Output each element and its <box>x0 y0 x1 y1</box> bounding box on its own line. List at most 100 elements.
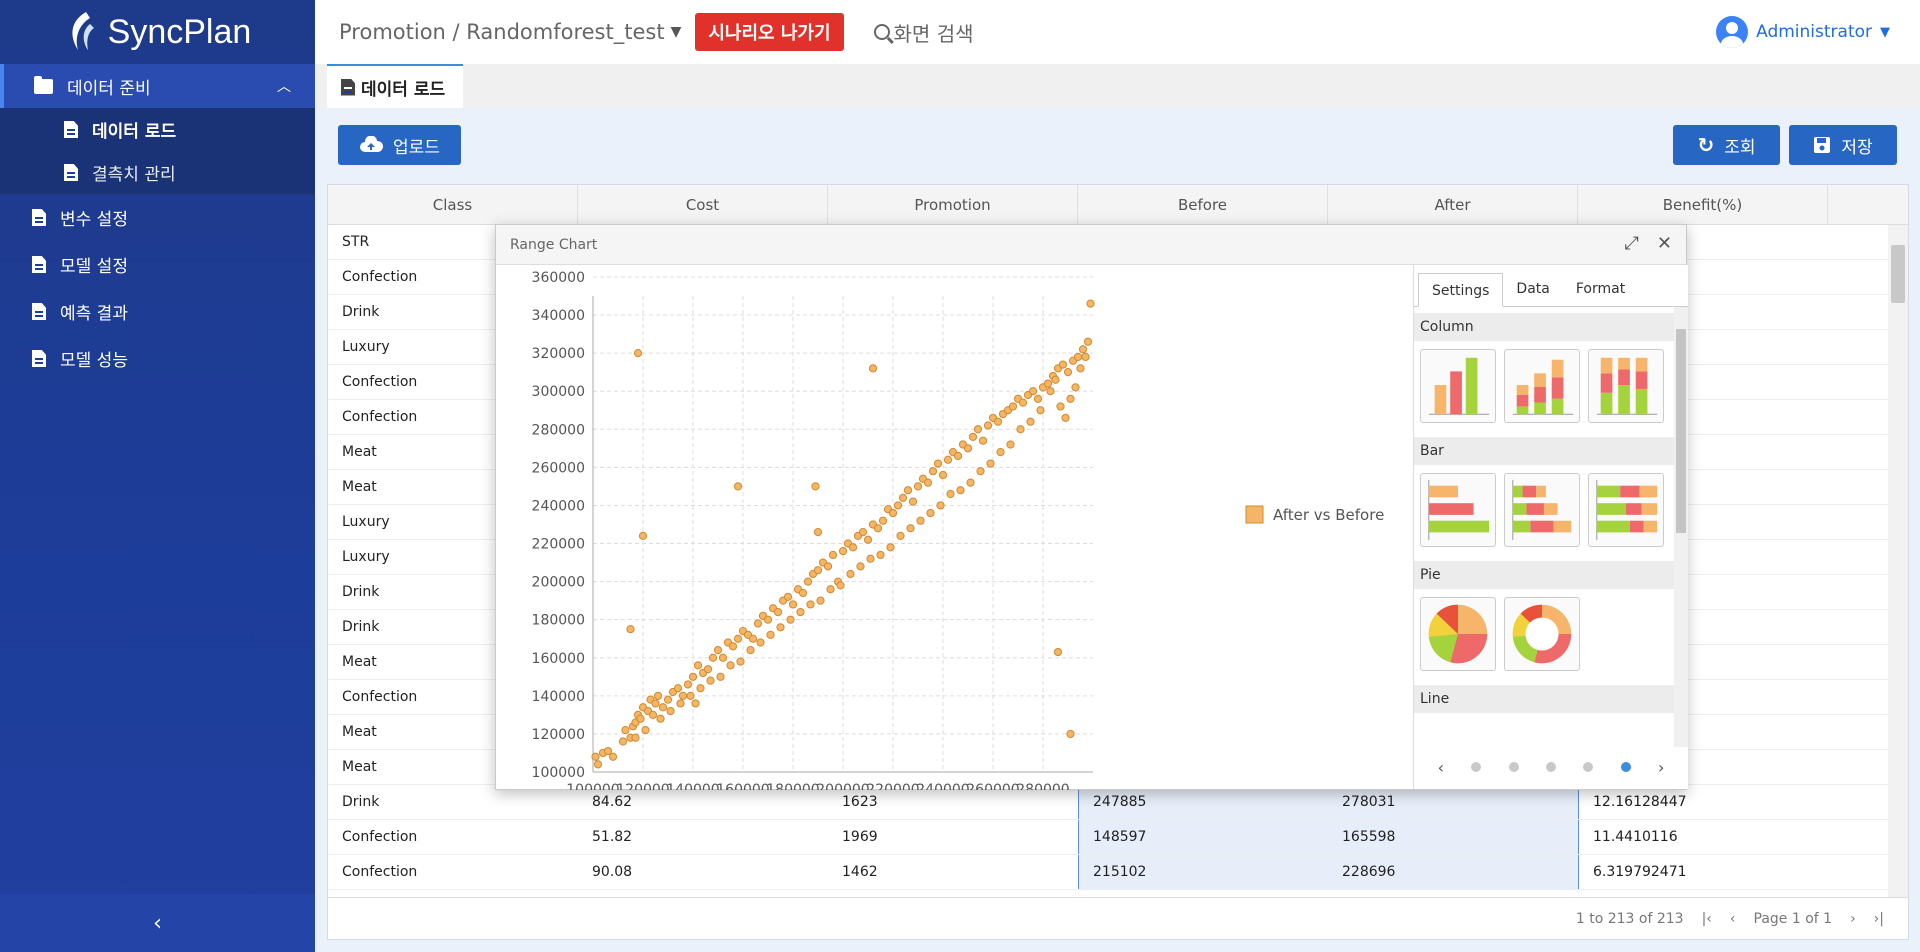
scatter-point[interactable] <box>908 497 918 506</box>
scatter-point[interactable] <box>776 623 785 632</box>
scrollbar-thumb[interactable] <box>1891 245 1905 303</box>
scatter-point[interactable] <box>1063 368 1073 377</box>
scatter-point[interactable] <box>663 695 673 704</box>
scatter-point[interactable] <box>1033 394 1043 403</box>
scatter-point[interactable] <box>693 661 703 670</box>
scatter-point[interactable] <box>691 699 700 708</box>
scatter-point[interactable] <box>716 672 725 681</box>
first-page-icon[interactable]: |‹ <box>1702 911 1712 927</box>
scatter-point[interactable] <box>823 562 833 571</box>
scatter-point[interactable] <box>876 550 885 560</box>
scatter-point[interactable] <box>798 588 808 598</box>
scatter-point[interactable] <box>686 691 695 700</box>
save-button[interactable]: 저장 <box>1789 125 1897 165</box>
scatter-point[interactable] <box>963 444 973 453</box>
scatter-point[interactable] <box>688 672 698 681</box>
scatter-point[interactable] <box>1076 364 1085 373</box>
scatter-point[interactable] <box>726 661 735 670</box>
scatter-point[interactable] <box>1066 394 1075 403</box>
table-cell[interactable]: 278031 <box>1328 785 1578 819</box>
breadcrumb[interactable]: Promotion / Randomforest_test ▼ <box>339 20 681 44</box>
scatter-point[interactable] <box>766 630 775 640</box>
scatter-point[interactable] <box>626 625 635 634</box>
scatter-point[interactable] <box>913 482 923 491</box>
scatter-point[interactable] <box>1053 647 1063 657</box>
column-header[interactable]: Before <box>1078 185 1328 224</box>
scatter-point[interactable] <box>953 451 963 461</box>
scatter-point[interactable] <box>906 524 915 533</box>
pie-chart-icon[interactable] <box>1420 597 1496 671</box>
scatter-point[interactable] <box>733 634 743 643</box>
percent-column-chart-icon[interactable] <box>1588 349 1664 423</box>
scatter-point[interactable] <box>803 577 813 586</box>
scatter-point[interactable] <box>621 726 630 735</box>
scatter-point[interactable] <box>816 596 825 605</box>
sidebar-item-predictions[interactable]: 예측 결과 <box>0 288 315 335</box>
sidebar-collapse-button[interactable]: ‹ <box>0 894 315 952</box>
scatter-point[interactable] <box>651 699 660 708</box>
scatter-point[interactable] <box>593 760 603 769</box>
scatter-point[interactable] <box>713 646 723 655</box>
scatter-point[interactable] <box>1066 729 1075 739</box>
exit-scenario-button[interactable]: 시나리오 나가기 <box>695 13 844 51</box>
scatter-point[interactable] <box>928 467 938 476</box>
scatter-point[interactable] <box>1083 337 1093 346</box>
scatter-point[interactable] <box>848 543 858 552</box>
scatter-point[interactable] <box>968 432 978 441</box>
chevron-left-icon[interactable]: ‹ <box>1438 758 1444 777</box>
table-cell[interactable]: 84.62 <box>578 785 828 819</box>
scatter-point[interactable] <box>1086 299 1095 308</box>
scatter-point[interactable] <box>983 421 993 430</box>
table-row[interactable]: Confection 90.08 1462 215102 228696 6.3197924… <box>328 855 1908 890</box>
query-button[interactable]: ↻ 조회 <box>1673 125 1780 165</box>
scatter-point[interactable] <box>828 550 838 560</box>
scatter-point[interactable] <box>788 600 798 609</box>
scatter-point[interactable] <box>641 726 650 735</box>
scatter-point[interactable] <box>856 562 865 571</box>
bar-chart-icon[interactable] <box>1420 473 1496 547</box>
table-cell[interactable]: 247885 <box>1078 785 1328 819</box>
upload-button[interactable]: 업로드 <box>338 125 461 165</box>
next-page-icon[interactable]: › <box>1850 911 1856 927</box>
scatter-point[interactable] <box>888 508 898 518</box>
scatter-point[interactable] <box>783 592 793 601</box>
scatter-point[interactable] <box>728 642 738 651</box>
scatter-point[interactable] <box>736 657 745 666</box>
scatter-point[interactable] <box>936 501 945 510</box>
table-cell[interactable]: 51.82 <box>578 820 828 854</box>
scatter-point[interactable] <box>838 547 848 556</box>
scatter-point[interactable] <box>826 585 835 594</box>
scatter-point[interactable] <box>1043 379 1053 388</box>
last-page-icon[interactable]: ›| <box>1874 911 1884 927</box>
table-cell[interactable]: 12.16128447 <box>1578 785 1828 819</box>
panel-scrollbar[interactable] <box>1674 307 1688 747</box>
scatter-point[interactable] <box>813 527 823 537</box>
scatter-point[interactable] <box>1046 387 1055 396</box>
pager-dot[interactable] <box>1471 762 1482 772</box>
table-cell[interactable]: 1462 <box>828 855 1078 889</box>
scatter-point[interactable] <box>996 448 1005 457</box>
scatter-point[interactable] <box>591 752 600 761</box>
table-cell[interactable]: Confection <box>328 855 578 889</box>
table-row[interactable]: Drink 84.62 1623 247885 278031 12.16128447 <box>328 785 1908 820</box>
scatter-point[interactable] <box>673 684 683 693</box>
scatter-point[interactable] <box>966 478 975 487</box>
close-icon[interactable]: ✕ <box>1657 233 1672 254</box>
scatter-point[interactable] <box>773 607 783 617</box>
scatter-point[interactable] <box>976 467 985 476</box>
scatter-point[interactable] <box>1078 345 1088 354</box>
scrollbar-thumb[interactable] <box>1676 329 1686 533</box>
pager-dot[interactable] <box>1583 762 1594 772</box>
scatter-point[interactable] <box>836 581 845 590</box>
scatter-point[interactable] <box>683 680 693 689</box>
table-cell[interactable]: 1623 <box>828 785 1078 819</box>
table-cell[interactable]: Confection <box>328 820 578 854</box>
stacked-bar-chart-icon[interactable] <box>1504 473 1580 547</box>
scatter-point[interactable] <box>873 524 883 533</box>
scatter-point[interactable] <box>1051 375 1060 384</box>
table-cell[interactable]: 148597 <box>1078 820 1328 854</box>
scatter-point[interactable] <box>718 653 728 662</box>
table-cell[interactable]: Drink <box>328 785 578 819</box>
scatter-point[interactable] <box>858 527 868 537</box>
table-cell[interactable]: 1969 <box>828 820 1078 854</box>
